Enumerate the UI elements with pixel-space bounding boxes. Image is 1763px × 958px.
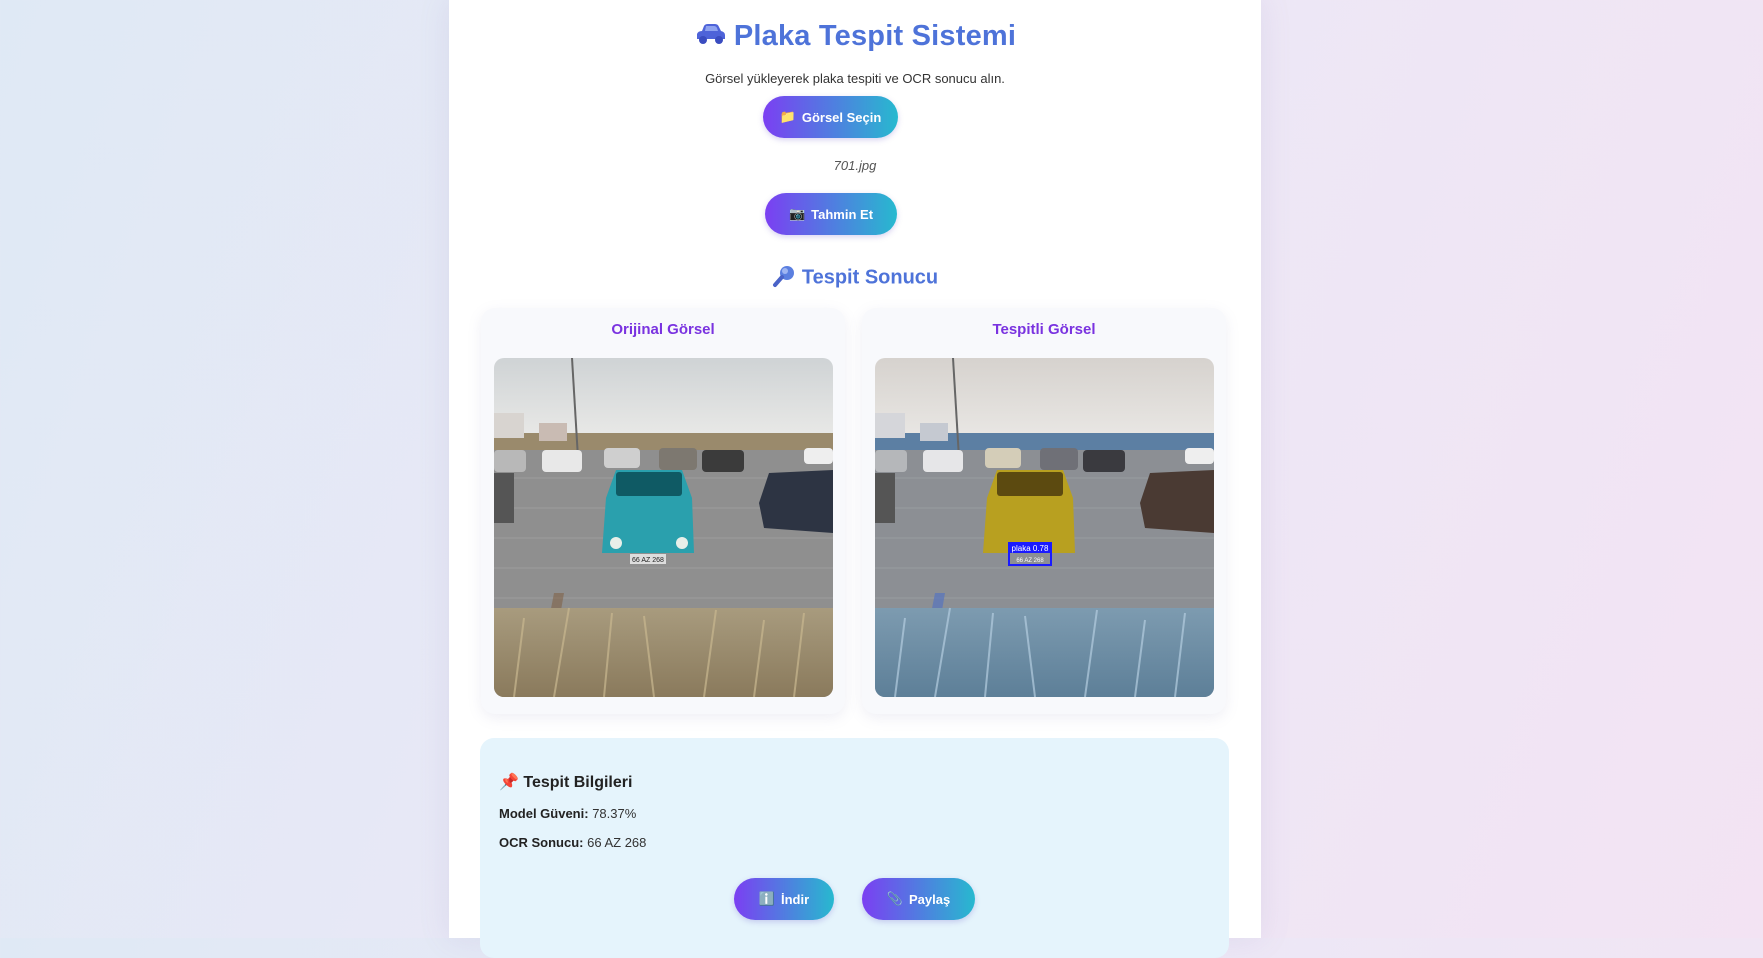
- detected-image-card: Tespitli Görsel plaka 0.78 66 AZ 268: [862, 308, 1226, 714]
- detected-image: plaka 0.78 66 AZ 268: [875, 358, 1214, 697]
- ocr-value: 66 AZ 268: [587, 835, 647, 850]
- car-icon: [696, 24, 725, 45]
- ocr-label: OCR Sonucu:: [499, 835, 584, 850]
- info-title: 📌 Tespit Bilgileri: [499, 772, 632, 792]
- share-button[interactable]: 📎 Paylaş: [862, 878, 975, 920]
- original-image: 66 AZ 268: [494, 358, 833, 697]
- confidence-label: Model Güveni:: [499, 806, 589, 821]
- main-panel: Plaka Tespit Sistemi Görsel yükleyerek p…: [449, 0, 1261, 958]
- detected-plate-text: 66 AZ 268: [1016, 558, 1044, 564]
- ocr-row: OCR Sonucu: 66 AZ 268: [499, 835, 646, 850]
- share-label: Paylaş: [908, 891, 951, 907]
- confidence-value: 78.37%: [592, 806, 637, 821]
- folder-icon: 📁: [779, 109, 796, 124]
- magnifier-icon: [772, 266, 794, 287]
- original-image-card: Orijinal Görsel 66 AZ 268: [481, 308, 845, 714]
- result-title-text: Tespit Sonucu: [801, 266, 939, 289]
- select-image-label: Görsel Seçin: [801, 109, 882, 125]
- title-text: Plaka Tespit Sistemi: [733, 20, 1017, 52]
- paperclip-icon: 📎: [886, 891, 903, 906]
- selected-file-name: 701.jpg: [833, 158, 877, 173]
- confidence-row: Model Güveni: 78.37%: [499, 806, 636, 821]
- detected-image-title: Tespitli Görsel: [992, 321, 1096, 338]
- info-title-text: Tespit Bilgileri: [523, 774, 633, 791]
- result-title: Tespit Sonucu: [449, 266, 1261, 290]
- subtitle: Görsel yükleyerek plaka tespiti ve OCR s…: [705, 71, 1005, 86]
- download-label: İndir: [781, 891, 810, 907]
- original-image-title: Orijinal Görsel: [611, 321, 715, 338]
- download-button[interactable]: ℹ️ İndir: [734, 878, 834, 920]
- camera-icon: 📷: [788, 206, 806, 221]
- page-title: Plaka Tespit Sistemi: [449, 20, 1261, 53]
- predict-label: Tahmin Et: [811, 206, 874, 222]
- original-plate-text: 66 AZ 268: [632, 557, 664, 564]
- pushpin-icon: 📌: [499, 774, 519, 791]
- detection-info-panel: 📌 Tespit Bilgileri Model Güveni: 78.37% …: [480, 738, 1229, 958]
- predict-button[interactable]: 📷 Tahmin Et: [765, 193, 897, 235]
- info-icon: ℹ️: [758, 891, 775, 906]
- detection-label: plaka 0.78: [1012, 544, 1049, 553]
- select-image-button[interactable]: 📁 Görsel Seçin: [763, 96, 898, 138]
